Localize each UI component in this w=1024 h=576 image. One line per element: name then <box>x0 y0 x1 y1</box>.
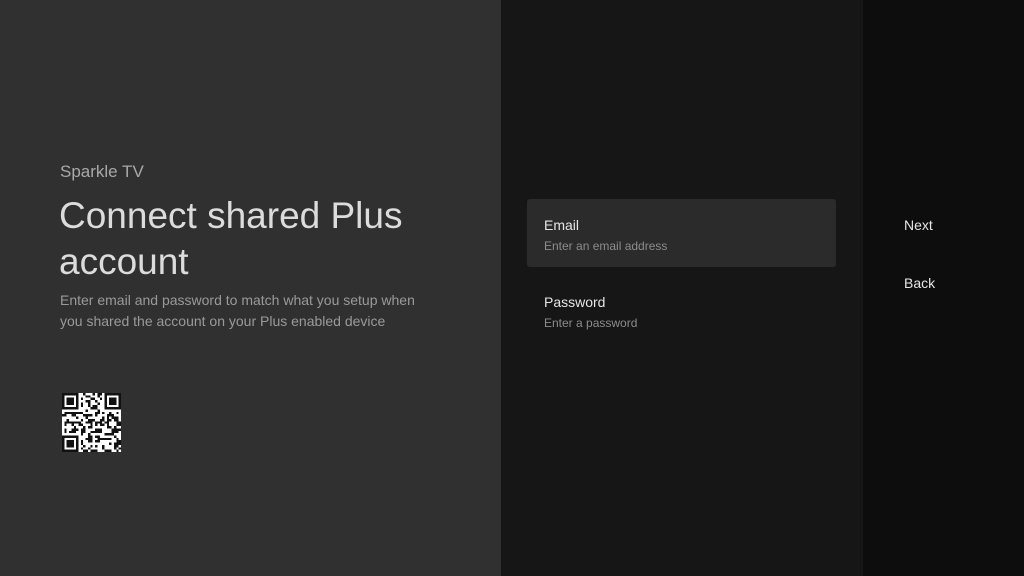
email-label: Email <box>544 217 580 233</box>
qr-code-icon <box>62 393 121 452</box>
back-button[interactable]: Back <box>904 275 935 291</box>
email-placeholder: Enter an email address <box>544 239 668 253</box>
screen: Sparkle TV Connect shared Plus account E… <box>0 0 1024 576</box>
app-name: Sparkle TV <box>60 162 144 181</box>
next-button[interactable]: Next <box>904 217 933 233</box>
page-description: Enter email and password to match what y… <box>60 292 415 329</box>
password-label: Password <box>544 294 606 310</box>
password-placeholder: Enter a password <box>544 316 638 330</box>
actions-panel <box>863 0 1024 576</box>
password-field[interactable]: Password Enter a password <box>527 276 836 344</box>
info-panel: Sparkle TV Connect shared Plus account E… <box>0 0 501 576</box>
page-title: Connect shared Plus account <box>59 195 403 282</box>
email-field[interactable]: Email Enter an email address <box>527 199 836 267</box>
